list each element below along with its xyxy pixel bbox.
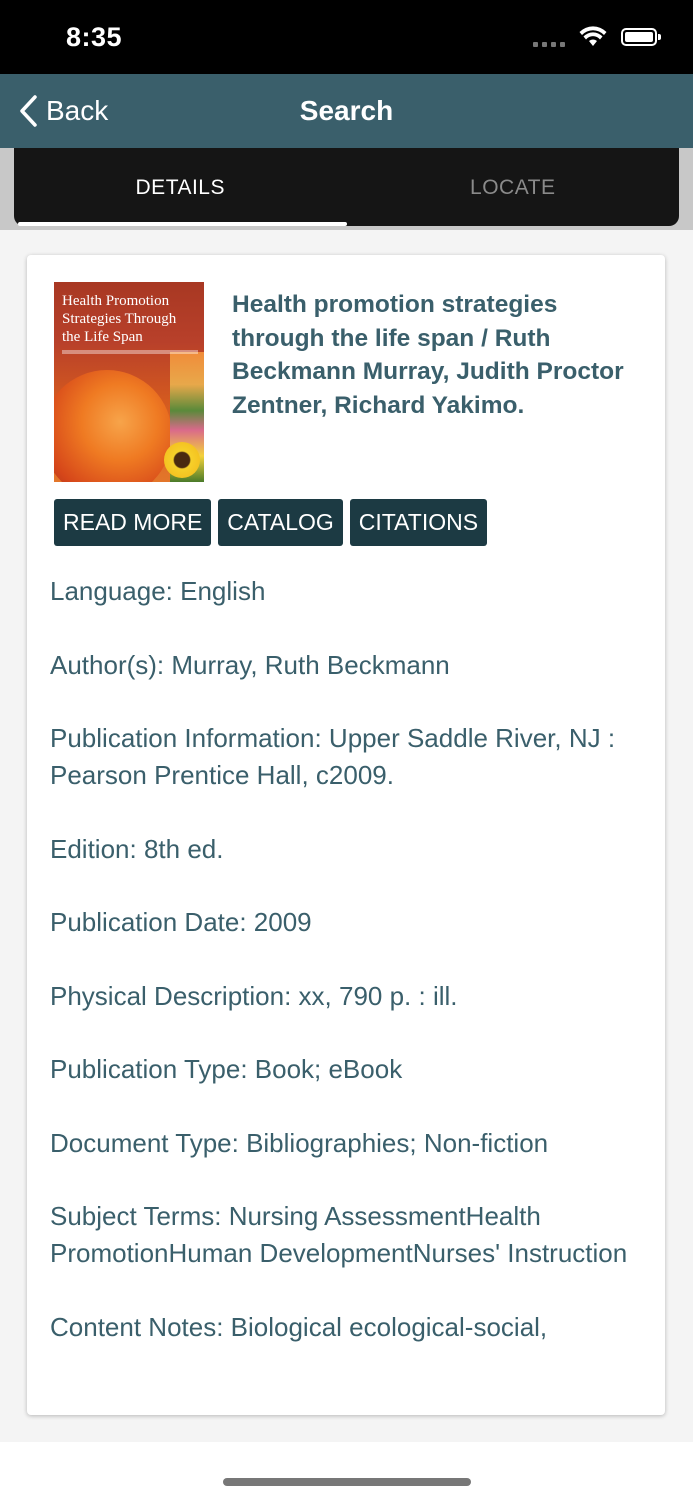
status-icons bbox=[533, 26, 661, 48]
status-bar: 8:35 bbox=[0, 0, 693, 74]
cover-title: Health Promotion Strategies Through the … bbox=[62, 293, 177, 345]
action-buttons: READ MORE CATALOG CITATIONS bbox=[54, 499, 488, 546]
navigation-bar: Back Search bbox=[0, 74, 693, 148]
tab-locate[interactable]: LOCATE bbox=[347, 148, 680, 226]
book-title: Health promotion strategies through the … bbox=[232, 291, 624, 419]
record-card: Health Promotion Strategies Through the … bbox=[27, 255, 665, 1415]
wifi-icon bbox=[579, 26, 607, 46]
tab-bar: DETAILS LOCATE bbox=[14, 148, 679, 226]
read-more-button[interactable]: READ MORE bbox=[54, 499, 212, 546]
chevron-left-icon bbox=[20, 95, 37, 127]
cellular-signal-icon bbox=[533, 27, 565, 47]
detail-content-notes: Content Notes: Biological ecological-soc… bbox=[50, 1311, 548, 1342]
tab-strip: DETAILS LOCATE bbox=[0, 148, 693, 230]
home-indicator[interactable] bbox=[223, 1478, 471, 1486]
status-time: 8:35 bbox=[66, 22, 123, 52]
detail-language: Language: English bbox=[50, 576, 266, 606]
tab-details[interactable]: DETAILS bbox=[14, 148, 347, 226]
catalog-button[interactable]: CATALOG bbox=[218, 499, 343, 546]
book-cover-image: Health Promotion Strategies Through the … bbox=[54, 282, 204, 482]
home-area bbox=[0, 1442, 693, 1500]
detail-subject-terms: Subject Terms: Nursing AssessmentHealth … bbox=[50, 1201, 628, 1268]
battery-icon bbox=[621, 28, 661, 46]
detail-document-type: Document Type: Bibliographies; Non-ficti… bbox=[50, 1127, 549, 1158]
back-label: Back bbox=[46, 95, 109, 126]
detail-authors: Author(s): Murray, Ruth Beckmann bbox=[50, 649, 450, 680]
detail-publication-type: Publication Type: Book; eBook bbox=[50, 1054, 403, 1084]
citations-button[interactable]: CITATIONS bbox=[349, 499, 488, 546]
detail-edition: Edition: 8th ed. bbox=[50, 833, 224, 864]
back-button[interactable]: Back bbox=[18, 74, 108, 148]
detail-publication-information: Publication Information: Upper Saddle Ri… bbox=[50, 723, 616, 790]
detail-publication-date: Publication Date: 2009 bbox=[50, 907, 312, 937]
details-list: Language: English Author(s): Murray, Rut… bbox=[50, 573, 640, 1382]
detail-physical-description: Physical Description: xx, 790 p. : ill. bbox=[50, 980, 458, 1011]
